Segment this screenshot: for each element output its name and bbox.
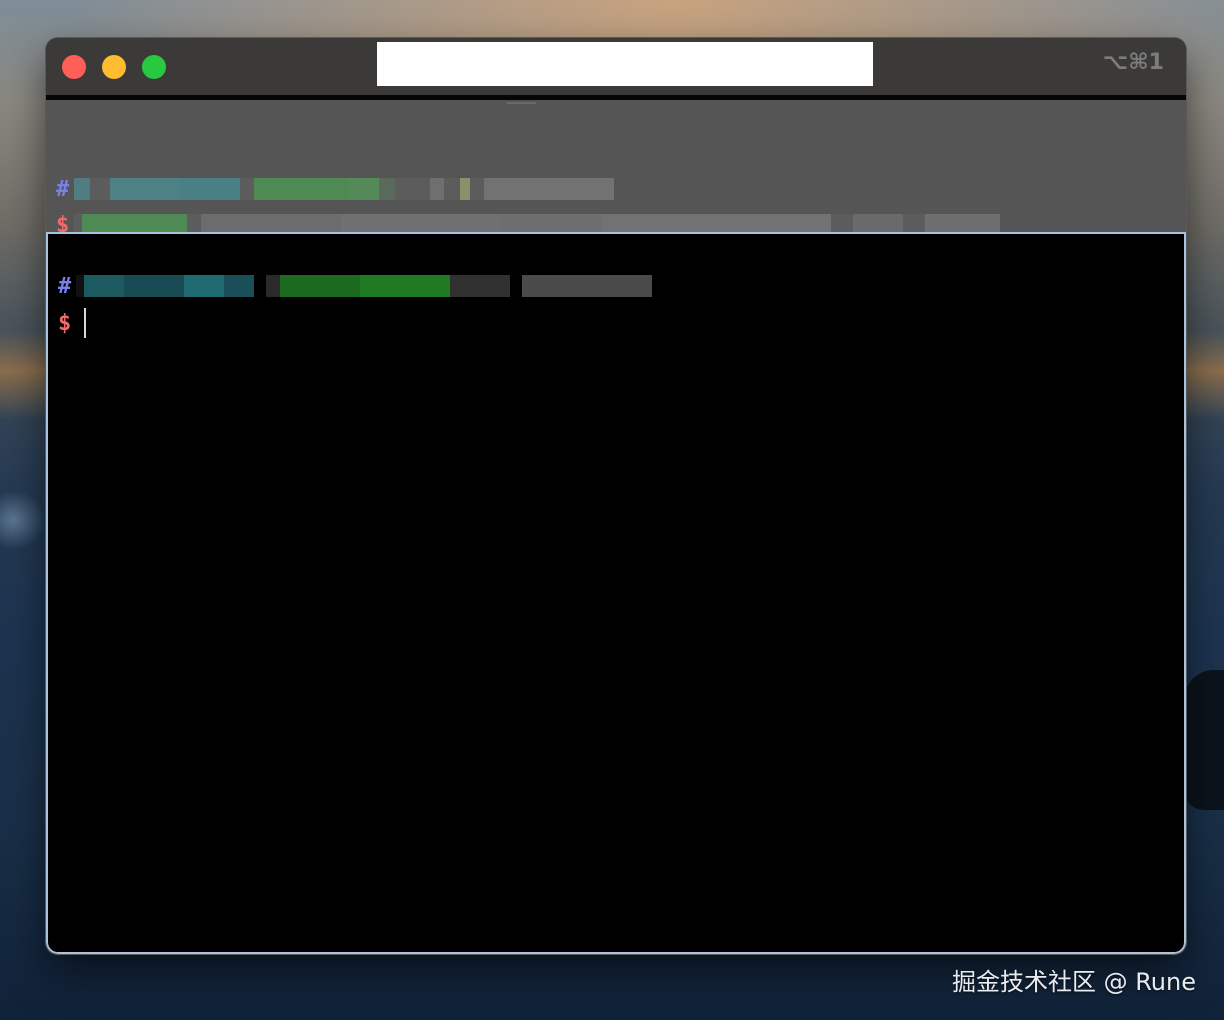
prompt-hash: # [58, 273, 72, 299]
close-button[interactable] [62, 55, 86, 79]
window-shortcut-label: ⌥⌘1 [1102, 50, 1164, 75]
prompt-hash: # [56, 176, 70, 202]
prompt-dollar: $ [58, 310, 72, 336]
bottom-pane-line-1: # [58, 273, 652, 299]
maximize-button[interactable] [142, 55, 166, 79]
redacted-text [74, 178, 614, 200]
terminal-window[interactable]: ⌥⌘1 # $ # $ [46, 38, 1186, 954]
pane-split-handle[interactable] [506, 102, 536, 104]
minimize-button[interactable] [102, 55, 126, 79]
terminal-pane-active[interactable]: # $ [46, 232, 1186, 954]
background-wave [0, 490, 46, 550]
bottom-pane-line-2[interactable]: $ [58, 306, 86, 340]
watermark: 掘金技术社区 @ Rune [951, 968, 1196, 996]
window-title-redacted [377, 42, 873, 86]
top-pane-line-1: # [56, 176, 614, 202]
text-cursor [84, 308, 86, 338]
terminal-pane-inactive[interactable]: # $ [46, 100, 1186, 238]
redacted-text [76, 275, 652, 297]
title-bar[interactable]: ⌥⌘1 [46, 38, 1186, 95]
background-rock [1184, 670, 1224, 810]
